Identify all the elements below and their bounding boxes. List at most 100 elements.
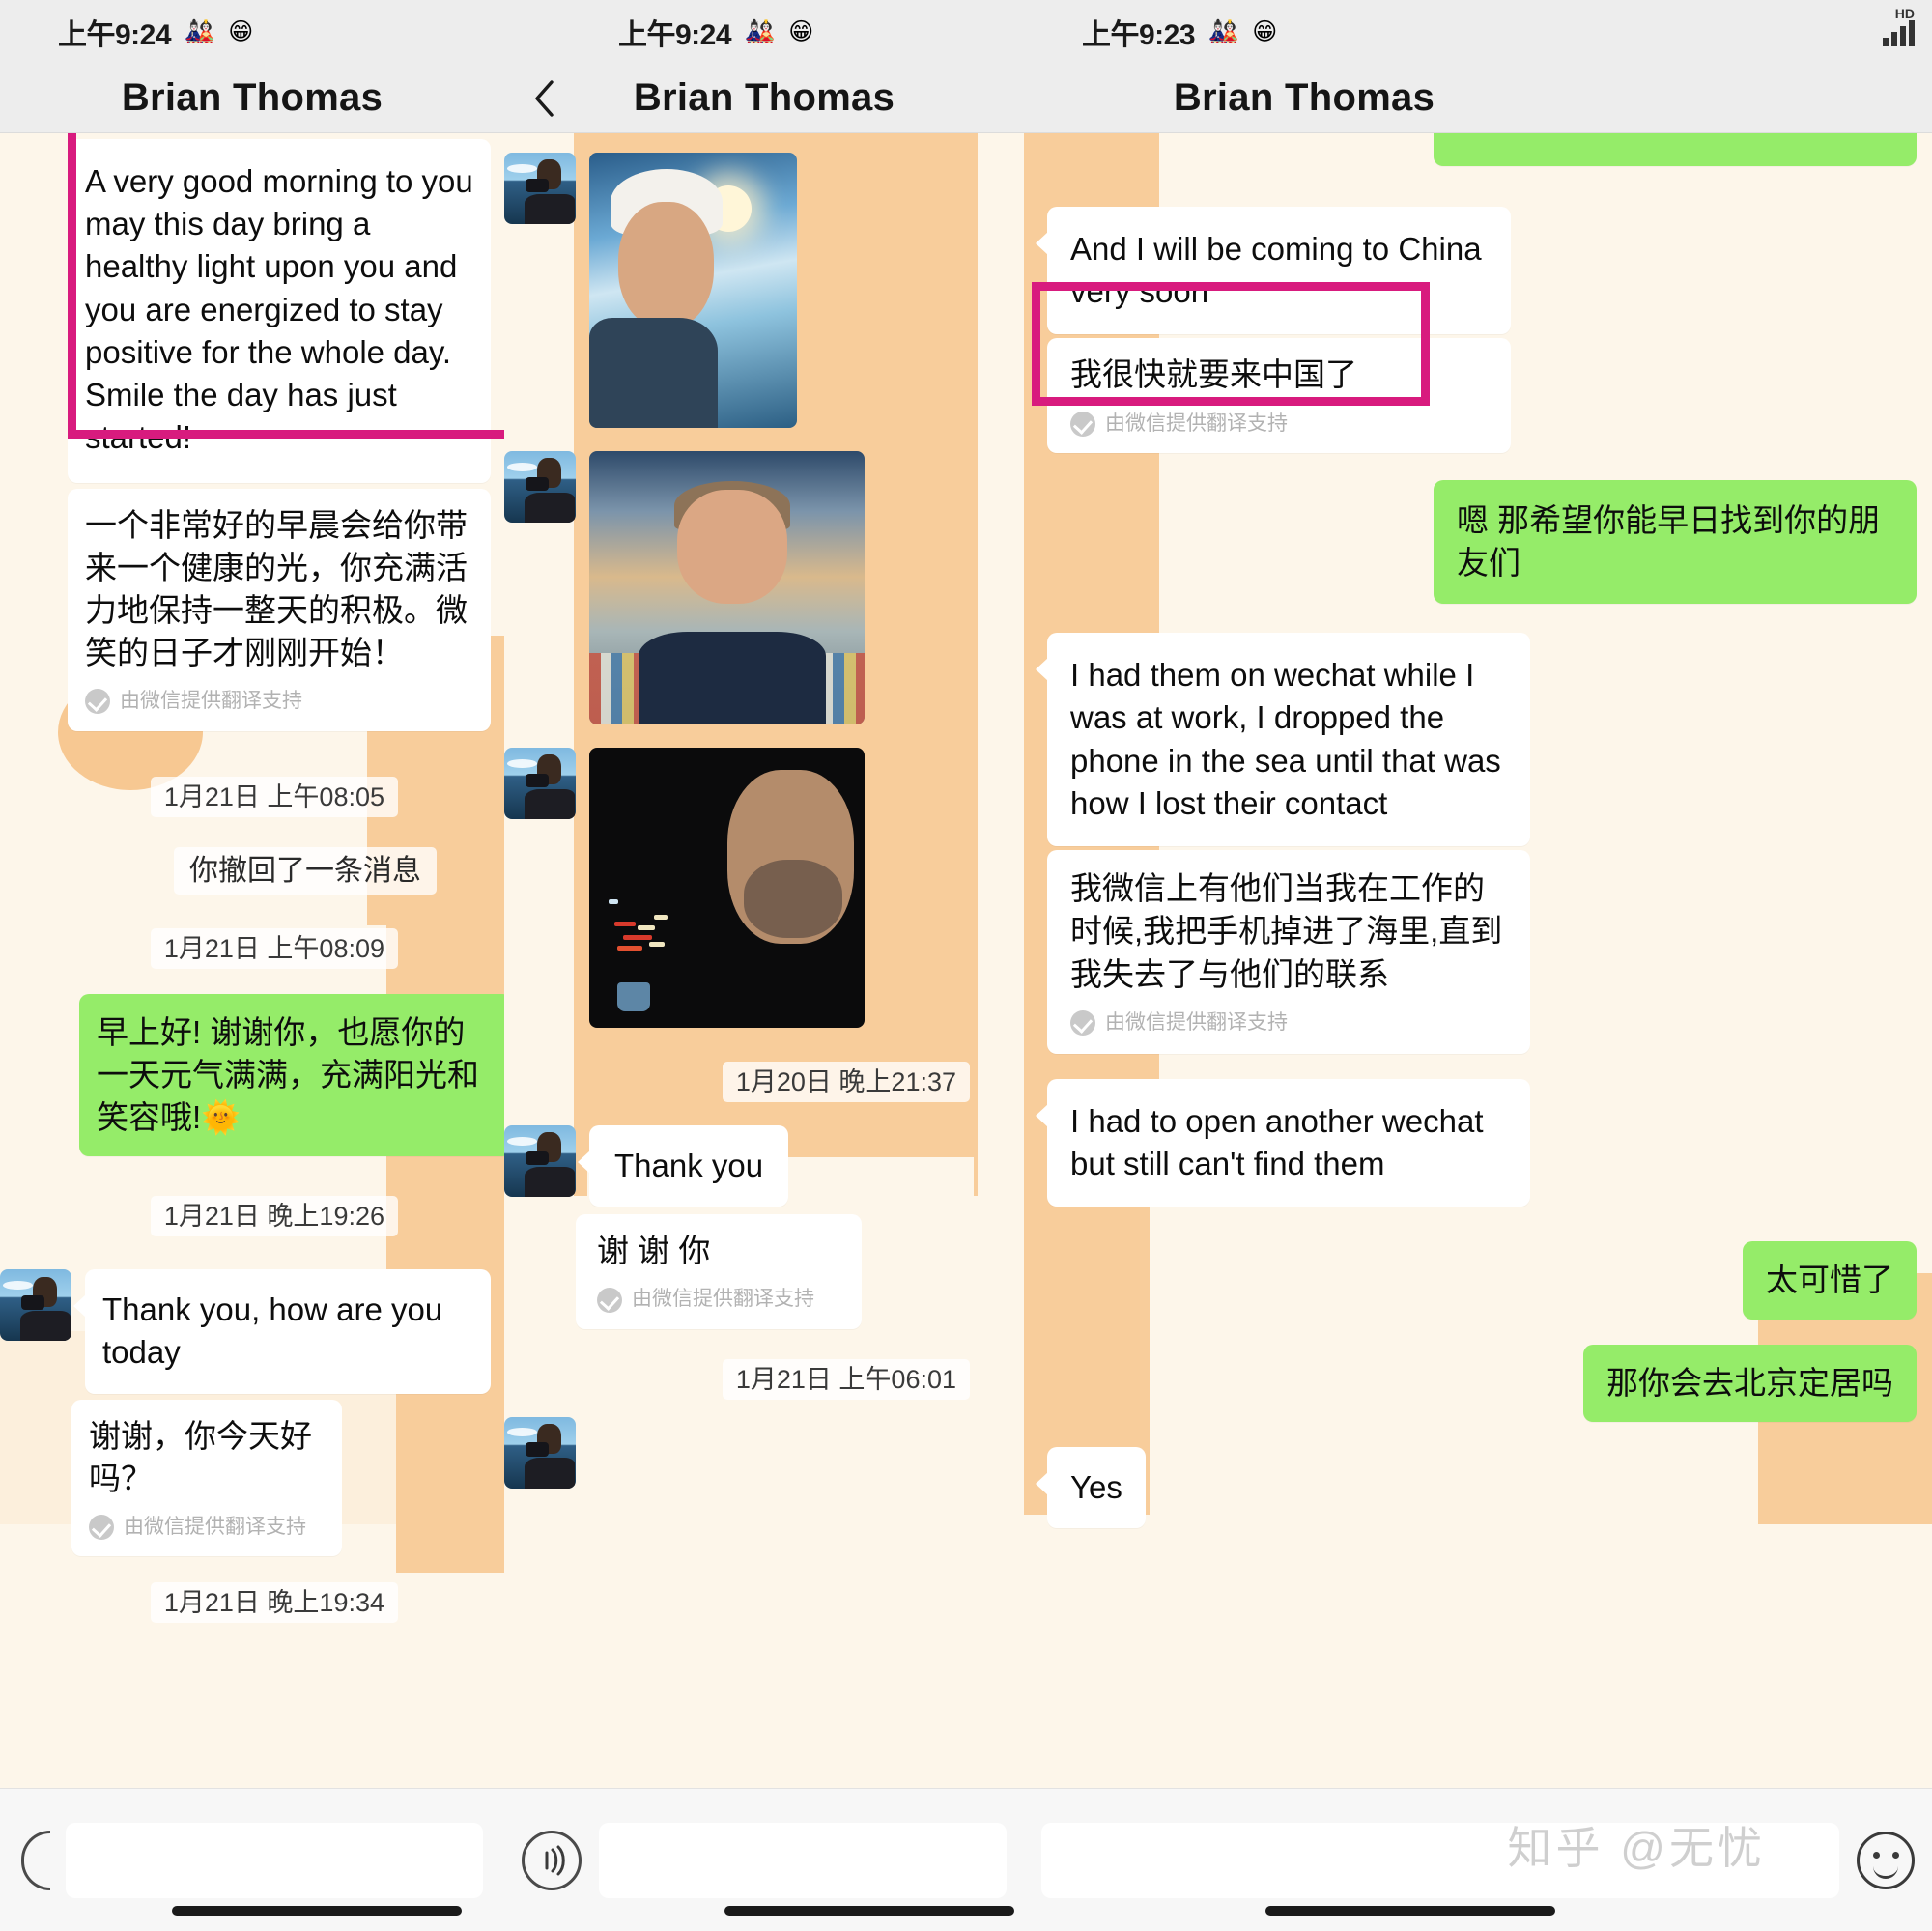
status-emoji-2-icon: 😁 — [788, 17, 814, 45]
translation-note: 由微信提供翻译支持 — [597, 1286, 840, 1313]
translation-text: 谢谢，你今天好吗？ — [89, 1417, 312, 1496]
voice-icon[interactable] — [21, 1830, 50, 1890]
message-bubble-incoming[interactable]: Yes — [1036, 1446, 1146, 1528]
status-emoji-2-icon: 😁 — [1252, 17, 1278, 45]
message-bubble-incoming[interactable]: Thank you, how are you today — [73, 1269, 491, 1394]
message-bubble-translation[interactable]: 我很快就要来中国了 由微信提供翻译支持 — [1047, 338, 1511, 453]
status-emoji-1-icon: 🎎 — [185, 17, 215, 45]
status-bar-3: 上午9:23 🎎 😁 HD — [1024, 0, 1932, 64]
nav-bar-3: Brian Thomas — [1024, 64, 1932, 133]
message-list-3[interactable]: And I will be coming to China very soon … — [1024, 133, 1932, 1788]
translation-note-label: 由微信提供翻译支持 — [1105, 1010, 1288, 1034]
back-button[interactable] — [531, 79, 556, 118]
translation-note-label: 由微信提供翻译支持 — [1105, 412, 1288, 435]
message-bubble-outgoing[interactable]: 嗯 那希望你能早日找到你的朋友们 — [1434, 479, 1917, 605]
translation-note: 由微信提供翻译支持 — [85, 688, 473, 715]
smiley-icon[interactable] — [1857, 1831, 1915, 1889]
message-text: 那你会去北京定居吗 — [1606, 1364, 1893, 1401]
translation-text: 一个非常好的早晨会给你带来一个健康的光，你充满活力地保持一整天的积极。微笑的日子… — [85, 506, 468, 671]
timestamp: 1月21日 上午08:09 — [0, 927, 504, 969]
translation-text: 谢 谢 你 — [597, 1233, 711, 1269]
composite-screenshot: 上午9:24 🎎 😁 Brian Thomas A very good morn… — [0, 0, 1932, 1931]
signal-strength-icon — [1883, 14, 1915, 46]
message-bubble-outgoing[interactable]: 那你会去北京定居吗 — [1583, 1344, 1917, 1422]
message-input[interactable] — [66, 1822, 483, 1898]
message-text: Yes — [1070, 1468, 1122, 1505]
avatar[interactable] — [504, 153, 576, 224]
message-bubble-translation[interactable]: 谢 谢 你 由微信提供翻译支持 — [576, 1214, 862, 1329]
page-title: Brian Thomas — [1173, 76, 1435, 119]
message-bubble-translation[interactable]: 一个非常好的早晨会给你带来一个健康的光，你充满活力地保持一整天的积极。微笑的日子… — [68, 488, 491, 731]
timestamp: 1月20日 晚上21:37 — [504, 1061, 1024, 1102]
avatar[interactable] — [0, 1269, 71, 1342]
status-time: 上午9:24 — [618, 19, 732, 51]
message-bubble-translation[interactable]: 我微信上有他们当我在工作的时候,我把手机掉进了海里,直到我失去了与他们的联系 由… — [1047, 850, 1530, 1054]
timestamp: 1月21日 晚上19:26 — [0, 1195, 504, 1237]
avatar[interactable] — [504, 1125, 576, 1197]
translation-note-label: 由微信提供翻译支持 — [124, 1516, 306, 1539]
watermark: 知乎 @无忧 — [1507, 1823, 1766, 1873]
status-emoji-1-icon: 🎎 — [745, 17, 776, 45]
nav-bar-2: Brian Thomas — [504, 64, 1024, 133]
message-text: And I will be coming to China very soon — [1070, 231, 1482, 310]
message-photo[interactable] — [589, 451, 865, 724]
translation-note: 由微信提供翻译支持 — [1070, 1009, 1507, 1036]
translation-note: 由微信提供翻译支持 — [89, 1514, 325, 1541]
message-bubble-outgoing[interactable]: 太可惜了 — [1743, 1241, 1917, 1320]
avatar[interactable] — [504, 748, 576, 819]
message-bubble-incoming[interactable]: A very good morning to you may this day … — [68, 139, 491, 483]
message-bubble-translation[interactable]: 谢谢，你今天好吗？ 由微信提供翻译支持 — [71, 1399, 342, 1557]
status-time: 上午9:24 — [58, 19, 172, 51]
message-text: A very good morning to you may this day … — [85, 163, 473, 456]
translation-text: 我微信上有他们当我在工作的时候,我把手机掉进了海里,直到我失去了与他们的联系 — [1070, 870, 1503, 992]
status-bar-1: 上午9:24 🎎 😁 — [0, 0, 504, 64]
status-emoji-2-icon: 😁 — [228, 17, 254, 45]
voice-wave-icon[interactable] — [522, 1830, 582, 1890]
page-title: Brian Thomas — [633, 76, 895, 119]
translation-text: 我很快就要来中国了 — [1070, 356, 1357, 393]
translation-note: 由微信提供翻译支持 — [1070, 411, 1488, 438]
check-icon — [1070, 1009, 1095, 1036]
message-text: 太可惜了 — [1766, 1262, 1893, 1298]
message-text: I had to open another wechat but still c… — [1070, 1102, 1484, 1182]
message-input[interactable] — [599, 1822, 1007, 1898]
message-bubble-outgoing-clipped[interactable] — [1434, 133, 1917, 166]
message-photo[interactable] — [589, 153, 797, 428]
message-list-2[interactable]: 1月20日 晚上21:37 Thank you 谢 谢 你 由微信提供翻译支持 … — [504, 133, 1024, 1788]
status-time: 上午9:23 — [1082, 19, 1196, 51]
check-icon — [1070, 411, 1095, 437]
check-icon — [89, 1515, 114, 1541]
nav-bar-1: Brian Thomas — [0, 64, 504, 133]
panel-strip: 上午9:24 🎎 😁 Brian Thomas A very good morn… — [0, 0, 1932, 1788]
timestamp: 1月21日 晚上19:34 — [0, 1581, 504, 1624]
translation-note-label: 由微信提供翻译支持 — [632, 1288, 814, 1311]
home-indicator — [1265, 1906, 1555, 1916]
avatar[interactable] — [504, 1416, 576, 1489]
chat-screenshot-panel-3: 上午9:23 🎎 😁 HD Brian Thomas And I will be… — [1024, 0, 1932, 1788]
status-emoji-1-icon: 🎎 — [1208, 17, 1239, 45]
message-bubble-incoming[interactable]: And I will be coming to China very soon — [1036, 207, 1511, 335]
check-icon — [85, 689, 110, 715]
home-indicator — [172, 1906, 462, 1916]
status-bar-2: 上午9:24 🎎 😁 — [504, 0, 1024, 64]
home-indicator — [724, 1906, 1014, 1916]
message-text: Thank you, how are you today — [102, 1292, 443, 1371]
message-bubble-incoming[interactable]: I had them on wechat while I was at work… — [1036, 633, 1530, 847]
timestamp: 1月21日 上午08:05 — [0, 776, 504, 817]
message-text: 早上好! 谢谢你，也愿你的一天元气满满，充满阳光和笑容哦!🌞 — [97, 1013, 479, 1135]
message-text: 嗯 那希望你能早日找到你的朋友们 — [1457, 501, 1881, 581]
chat-screenshot-panel-2: 上午9:24 🎎 😁 Brian Thomas 1月20日 晚上21:37 Th… — [504, 0, 1024, 1788]
message-bubble-incoming[interactable]: Thank you — [577, 1125, 789, 1207]
message-text: Thank you — [614, 1148, 764, 1183]
page-title: Brian Thomas — [121, 76, 384, 119]
message-bubble-outgoing[interactable]: 早上好! 谢谢你，也愿你的一天元气满满，充满阳光和笑容哦!🌞 — [79, 993, 504, 1157]
translation-note-label: 由微信提供翻译支持 — [120, 690, 302, 713]
chat-screenshot-panel-1: 上午9:24 🎎 😁 Brian Thomas A very good morn… — [0, 0, 504, 1788]
message-bubble-incoming[interactable]: I had to open another wechat but still c… — [1036, 1078, 1530, 1207]
message-text: I had them on wechat while I was at work… — [1070, 657, 1501, 821]
message-list-1[interactable]: A very good morning to you may this day … — [0, 133, 504, 1788]
avatar[interactable] — [504, 451, 576, 523]
message-photo[interactable] — [589, 748, 865, 1028]
check-icon — [597, 1287, 622, 1313]
system-message: 你撤回了一条消息 — [0, 846, 504, 895]
